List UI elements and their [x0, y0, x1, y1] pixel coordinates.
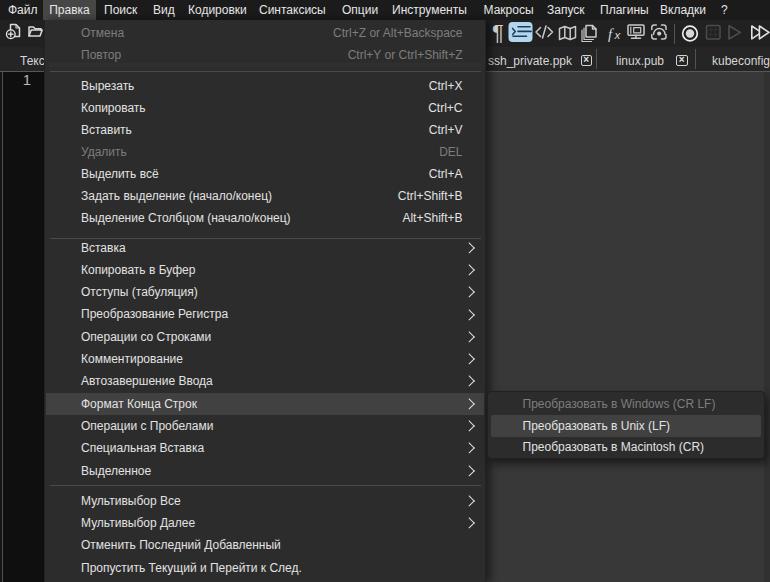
- svg-text:f: f: [608, 26, 614, 42]
- svg-text:¶: ¶: [492, 20, 504, 45]
- svg-text:x: x: [614, 29, 622, 41]
